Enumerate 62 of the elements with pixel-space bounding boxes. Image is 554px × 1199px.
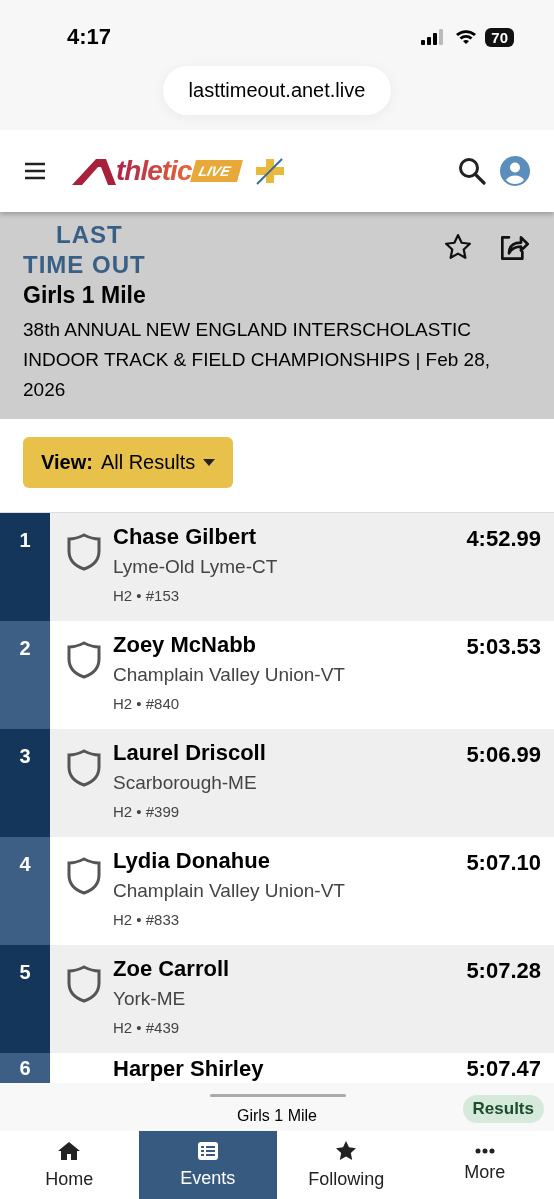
athlete-name: Zoey McNabb xyxy=(113,632,258,658)
organization-logo: LAST TIME OUT xyxy=(23,220,146,280)
meet-name: 38th ANNUAL NEW ENGLAND INTERSCHOLASTIC INDOOR TRACK & FIELD CHAMPIONSHIPS | Feb 28, 2026 xyxy=(23,318,492,402)
url-bar[interactable]: lasttimeout.anet.live xyxy=(162,66,392,115)
result-row[interactable]: 1 Chase Gilbert Lyme-Old Lyme-CT H2 • #153 4:52.99 xyxy=(0,513,554,621)
place-cell: 4 xyxy=(0,837,50,945)
result-time: 5:03.53 xyxy=(466,633,542,661)
shield-icon xyxy=(67,857,101,895)
result-time: 5:07.47 xyxy=(466,1055,542,1083)
plus-icon xyxy=(254,157,285,185)
athlete-name: Chase Gilbert xyxy=(113,524,258,550)
results-badge: Results xyxy=(462,1095,544,1123)
mini-bar-title: Girls 1 Mile xyxy=(237,1107,317,1125)
heat-bib: H2 • #399 xyxy=(113,803,181,820)
wifi-icon xyxy=(455,29,478,45)
star-icon xyxy=(335,1140,358,1161)
menu-icon[interactable] xyxy=(24,162,46,180)
shield-icon xyxy=(67,641,101,679)
shield-icon xyxy=(67,533,101,571)
shield-icon xyxy=(67,749,101,787)
team-name: Champlain Valley Union-VT xyxy=(113,880,346,902)
account-icon[interactable] xyxy=(500,156,530,186)
place-cell: 3 xyxy=(0,729,50,837)
heat-bib: H2 • #153 xyxy=(113,587,181,604)
athlete-name: Lydia Donahue xyxy=(113,848,271,874)
heat-bib: H2 • #840 xyxy=(113,695,181,712)
nav-tab[interactable]: More xyxy=(415,1131,554,1199)
mini-player-bar[interactable]: Girls 1 Mile Results xyxy=(0,1083,554,1131)
site-logo[interactable]: thletic LIVE xyxy=(72,155,241,187)
status-time: 4:17 xyxy=(67,24,112,50)
more-icon xyxy=(474,1147,495,1154)
result-time: 5:07.28 xyxy=(466,957,542,985)
place-cell: 1 xyxy=(0,513,50,621)
team-name: Champlain Valley Union-VT xyxy=(113,664,346,686)
heat-bib: H2 • #439 xyxy=(113,1019,181,1036)
place-cell: 2 xyxy=(0,621,50,729)
view-dropdown[interactable]: View: All Results xyxy=(23,437,234,488)
team-name: Scarborough-ME xyxy=(113,772,258,794)
search-icon[interactable] xyxy=(458,157,486,185)
star-icon[interactable] xyxy=(443,232,473,262)
athlete-name: Zoe Carroll xyxy=(113,956,231,982)
place-cell: 5 xyxy=(0,945,50,1053)
list-icon xyxy=(197,1141,218,1160)
nav-tab[interactable]: Events xyxy=(138,1131,277,1199)
place-cell: 6 xyxy=(0,1053,50,1083)
battery-level: 70 xyxy=(485,27,514,47)
event-title: Girls 1 Mile xyxy=(23,282,147,309)
athlete-name: Laurel Driscoll xyxy=(113,740,267,766)
shield-icon xyxy=(67,965,101,1003)
nav-tab[interactable]: Home xyxy=(0,1131,139,1199)
result-row[interactable]: 5 Zoe Carroll York-ME H2 • #439 5:07.28 xyxy=(0,945,554,1053)
team-name: York-ME xyxy=(113,988,187,1010)
caret-icon xyxy=(203,458,216,467)
result-row[interactable]: 3 Laurel Driscoll Scarborough-ME H2 • #399 5:06.99 xyxy=(0,729,554,837)
nav-tab[interactable]: Following xyxy=(277,1131,416,1199)
heat-bib: H2 • #833 xyxy=(113,911,181,928)
athlete-name: Harper Shirley xyxy=(113,1056,265,1082)
team-name: Lyme-Old Lyme-CT xyxy=(113,556,279,578)
result-time: 5:07.10 xyxy=(466,849,542,877)
home-icon xyxy=(58,1140,81,1161)
result-time: 5:06.99 xyxy=(466,741,542,769)
result-time: 4:52.99 xyxy=(466,525,542,553)
